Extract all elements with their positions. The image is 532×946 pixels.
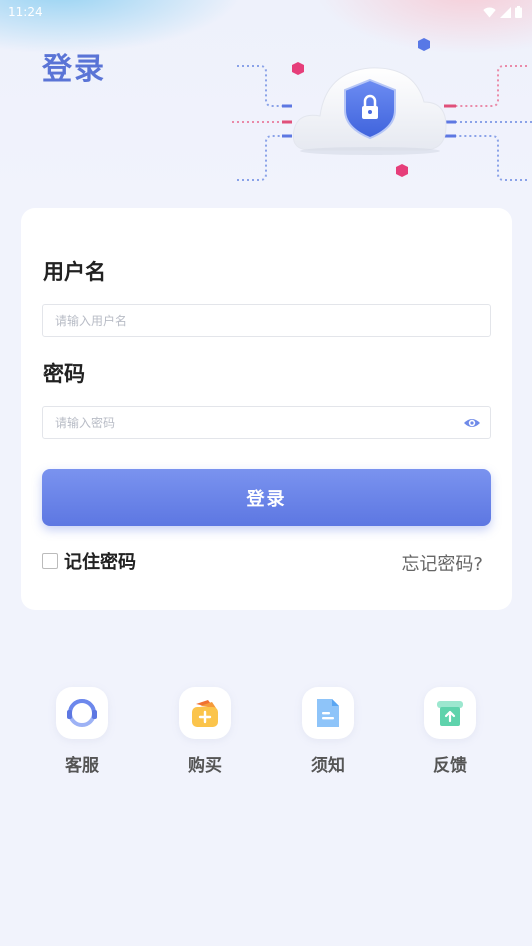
purchase-icon <box>179 687 231 739</box>
wifi-icon <box>483 7 496 17</box>
username-label: 用户名 <box>43 260 106 284</box>
shortcut-label: 客服 <box>65 756 99 776</box>
login-button[interactable]: 登录 <box>42 469 491 526</box>
shortcut-feedback[interactable]: 反馈 <box>410 687 490 776</box>
username-input[interactable] <box>43 305 490 336</box>
shortcut-notice[interactable]: 须知 <box>288 687 368 776</box>
remember-password-label: 记住密码 <box>64 552 136 573</box>
status-bar: 11:24 <box>0 0 532 24</box>
username-field[interactable] <box>42 304 491 337</box>
battery-icon <box>515 6 522 18</box>
password-input[interactable] <box>43 407 490 438</box>
notice-document-icon <box>302 687 354 739</box>
headset-icon <box>56 687 108 739</box>
password-field[interactable] <box>42 406 491 439</box>
shortcut-label: 购买 <box>188 756 222 776</box>
status-time: 11:24 <box>8 5 43 19</box>
shortcut-label: 反馈 <box>433 756 467 776</box>
eye-icon[interactable] <box>463 415 481 431</box>
page-title: 登录 <box>42 52 106 87</box>
shortcut-label: 须知 <box>311 756 345 776</box>
login-card: 用户名 密码 登录 记住密码 忘记密码? <box>21 208 512 610</box>
password-label: 密码 <box>43 362 85 386</box>
shortcut-customer-service[interactable]: 客服 <box>42 687 122 776</box>
signal-icon <box>500 6 511 18</box>
remember-checkbox[interactable] <box>42 553 58 569</box>
status-icons <box>483 6 522 18</box>
forgot-password-link[interactable]: 忘记密码? <box>401 550 483 576</box>
feedback-upload-icon <box>424 687 476 739</box>
shortcut-purchase[interactable]: 购买 <box>165 687 245 776</box>
remember-password-toggle[interactable]: 记住密码 <box>42 548 136 574</box>
cloud-security-illustration <box>232 38 532 181</box>
